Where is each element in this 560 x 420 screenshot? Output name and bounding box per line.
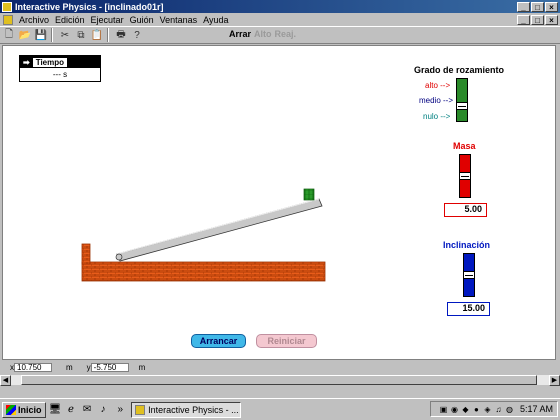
friction-label-medium: medio --> bbox=[419, 96, 454, 105]
mass-title: Masa bbox=[453, 141, 476, 151]
menu-edicion[interactable]: Edición bbox=[52, 15, 88, 25]
open-folder-icon[interactable]: 📂 bbox=[18, 28, 32, 42]
tray-network-icon[interactable]: ▣ bbox=[439, 405, 448, 414]
friction-slider[interactable] bbox=[456, 78, 468, 122]
task-interactive-physics[interactable]: Interactive Physics - ... bbox=[131, 401, 242, 418]
menu-ventanas[interactable]: Ventanas bbox=[157, 15, 201, 25]
task-app-icon bbox=[135, 404, 146, 415]
x-unit: m bbox=[66, 363, 73, 372]
scroll-track[interactable] bbox=[11, 375, 549, 385]
media-icon[interactable]: ♪ bbox=[97, 403, 110, 416]
clock: 5:17 AM bbox=[519, 404, 553, 414]
reset-button[interactable]: Reaj. bbox=[274, 29, 296, 39]
simulation-canvas[interactable]: ➡ Tiempo --- s Grado de rozamiento alto … bbox=[2, 45, 556, 360]
minimize-button[interactable]: _ bbox=[517, 1, 530, 12]
canvas-border bbox=[556, 45, 560, 360]
start-button[interactable]: Arrancar bbox=[191, 334, 246, 348]
scroll-thumb[interactable] bbox=[21, 375, 537, 385]
tray-update-icon[interactable]: ● bbox=[472, 405, 481, 414]
sliding-block[interactable] bbox=[303, 188, 315, 201]
floor[interactable] bbox=[81, 261, 326, 282]
stop-button[interactable]: Alto bbox=[254, 29, 272, 39]
inclination-slider-thumb[interactable] bbox=[464, 271, 474, 279]
x-coordinate: 10.750 bbox=[14, 363, 52, 372]
system-tray: ▣ ◉ ◆ ● ◈ ♫ ◍ 5:17 AM bbox=[430, 401, 558, 417]
title-bar: Interactive Physics - [inclinado01r] _ □… bbox=[0, 0, 560, 13]
menu-archivo[interactable]: Archivo bbox=[16, 15, 52, 25]
cut-icon[interactable]: ✂ bbox=[58, 28, 72, 42]
save-icon[interactable]: 💾 bbox=[34, 28, 48, 42]
print-icon[interactable]: 🖶 bbox=[114, 28, 128, 42]
inclination-slider[interactable] bbox=[463, 253, 475, 297]
close-button[interactable]: × bbox=[545, 1, 558, 12]
menu-bar: Archivo Edición Ejecutar Guión Ventanas … bbox=[0, 13, 560, 26]
start-button-taskbar[interactable]: Inicio bbox=[2, 401, 46, 418]
browser-icon[interactable]: ℯ bbox=[65, 403, 78, 416]
friction-label-none: nulo --> bbox=[423, 112, 451, 121]
scroll-right-icon[interactable]: ▶ bbox=[549, 374, 560, 386]
tray-antivirus-icon[interactable]: ◆ bbox=[461, 405, 470, 414]
doc-restore-button[interactable]: □ bbox=[531, 14, 544, 25]
run-button[interactable]: Arrar bbox=[229, 29, 251, 39]
restart-button[interactable]: Reiniciar bbox=[256, 334, 317, 348]
document-icon[interactable] bbox=[3, 14, 13, 25]
y-unit: m bbox=[138, 363, 146, 372]
paste-icon[interactable]: 📋 bbox=[90, 28, 104, 42]
taskbar: Inicio 🖥 ℯ ✉ ♪ » Interactive Physics - .… bbox=[0, 398, 560, 420]
desktop-icon[interactable]: 🖥 bbox=[49, 403, 62, 416]
mass-slider-thumb[interactable] bbox=[460, 172, 470, 180]
coordinate-bar: x 10.750 m y -5.750 m bbox=[0, 362, 560, 373]
app-icon bbox=[2, 1, 12, 12]
menu-ayuda[interactable]: Ayuda bbox=[200, 15, 231, 25]
tray-globe-icon[interactable]: ◍ bbox=[505, 405, 514, 414]
chevron-icon[interactable]: » bbox=[118, 404, 124, 415]
tray-shield-icon[interactable]: ◈ bbox=[483, 405, 492, 414]
maximize-button[interactable]: □ bbox=[531, 1, 544, 12]
help-icon[interactable]: ? bbox=[130, 28, 144, 42]
inclination-value[interactable]: 15.00 bbox=[447, 302, 490, 316]
window-title: Interactive Physics - [inclinado01r] bbox=[15, 1, 164, 12]
start-label: Inicio bbox=[18, 404, 42, 415]
doc-close-button[interactable]: × bbox=[545, 14, 558, 25]
tray-volume-icon[interactable]: ◉ bbox=[450, 405, 459, 414]
friction-slider-thumb[interactable] bbox=[457, 102, 467, 110]
doc-minimize-button[interactable]: _ bbox=[517, 14, 530, 25]
inclined-plane[interactable] bbox=[115, 198, 323, 262]
mass-value[interactable]: 5.00 bbox=[444, 203, 487, 217]
menu-ejecutar[interactable]: Ejecutar bbox=[88, 15, 127, 25]
inclination-title: Inclinación bbox=[443, 240, 491, 250]
friction-label-high: alto --> bbox=[425, 81, 451, 90]
outlook-icon[interactable]: ✉ bbox=[81, 403, 94, 416]
task-label: Interactive Physics - ... bbox=[148, 404, 239, 415]
y-coordinate: -5.750 bbox=[90, 363, 129, 372]
menu-guion[interactable]: Guión bbox=[127, 15, 157, 25]
scroll-left-icon[interactable]: ◀ bbox=[0, 374, 11, 386]
windows-logo-icon bbox=[6, 404, 16, 415]
horizontal-scrollbar[interactable]: ◀ ▶ bbox=[0, 374, 560, 386]
new-file-icon[interactable]: 🗋 bbox=[2, 28, 16, 42]
wall[interactable] bbox=[81, 243, 91, 265]
tray-sound-icon[interactable]: ♫ bbox=[494, 405, 503, 414]
toolbar: 🗋 📂 💾 ✂ ⧉ 📋 🖶 ? Arrar Alto Reaj. bbox=[0, 26, 560, 44]
mass-slider[interactable] bbox=[459, 154, 471, 198]
friction-title: Grado de rozamiento bbox=[414, 65, 505, 75]
copy-icon[interactable]: ⧉ bbox=[74, 28, 88, 42]
